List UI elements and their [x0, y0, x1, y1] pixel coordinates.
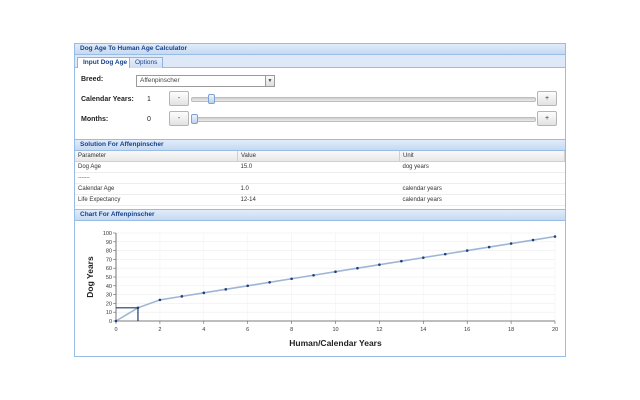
window-title: Dog Age To Human Age Calculator	[75, 44, 565, 55]
column-header-parameter[interactable]: Parameter	[75, 151, 238, 162]
y-tick-label: 70	[106, 257, 112, 263]
tab-options[interactable]: Options	[129, 57, 164, 68]
x-tick-label: 4	[202, 327, 205, 333]
x-axis-label: Human/Calendar Years	[289, 338, 382, 348]
data-point	[400, 259, 403, 263]
calendar-years-increment-button[interactable]: +	[537, 91, 557, 106]
x-tick-label: 2	[158, 327, 161, 333]
input-form: Breed: Affenpinscher ▼ Calendar Years: 1…	[75, 68, 565, 138]
x-tick-label: 18	[508, 327, 514, 333]
y-tick-label: 0	[109, 319, 112, 325]
dog-age-chart: 0 10 20 30 40 50 60 70 80 90 100 0 2 4 6 8 10 12 14 16 18 20 H…	[85, 231, 558, 348]
tab-strip: Input Dog Age Options	[75, 55, 565, 69]
cell-parameter: Life Expectancy	[75, 194, 238, 206]
cell-unit	[399, 172, 565, 184]
cell-parameter: Dog Age	[75, 161, 238, 173]
data-point	[268, 280, 271, 284]
calendar-years-label: Calendar Years:	[81, 96, 134, 103]
data-point	[136, 306, 140, 310]
calendar-years-value: 1	[147, 96, 151, 103]
data-point	[158, 298, 162, 302]
data-point	[312, 273, 315, 277]
cell-unit: calendar years	[399, 183, 565, 195]
chart-panel: Chart For Affenpinscher 0 10 20 30 40 50 60 70 8…	[75, 209, 565, 356]
x-tick-label: 6	[246, 327, 249, 333]
cell-value: 12-14	[237, 194, 400, 206]
table-row: -------	[75, 172, 565, 184]
breed-select[interactable]: Affenpinscher ▼	[136, 75, 275, 87]
x-tick-label: 8	[290, 327, 293, 333]
cell-value	[237, 172, 400, 184]
cell-parameter: -------	[75, 172, 238, 184]
y-tick-label: 90	[106, 240, 112, 246]
calendar-years-slider-track[interactable]	[191, 97, 536, 102]
cell-unit: calendar years	[399, 194, 565, 206]
column-header-value[interactable]: Value	[237, 151, 400, 162]
data-point	[356, 266, 359, 270]
data-point	[553, 235, 557, 238]
calendar-years-decrement-button[interactable]: -	[169, 91, 189, 106]
data-point	[378, 263, 381, 266]
months-value: 0	[147, 116, 151, 123]
data-point	[180, 295, 184, 298]
months-slider-thumb[interactable]	[191, 114, 198, 124]
data-point	[422, 256, 425, 259]
data-point	[531, 238, 535, 242]
solution-header-row: Parameter Value Unit	[75, 151, 565, 162]
months-label: Months:	[81, 116, 109, 123]
x-tick-label: 16	[464, 327, 470, 333]
breed-label: Breed:	[81, 76, 104, 83]
cell-parameter: Calendar Age	[75, 183, 238, 195]
y-tick-label: 80	[106, 249, 112, 255]
data-point	[224, 288, 228, 291]
chevron-down-icon[interactable]: ▼	[265, 76, 274, 86]
y-tick-label: 60	[106, 266, 112, 272]
cell-value: 1.0	[237, 183, 400, 195]
x-tick-label: 12	[376, 327, 382, 333]
months-increment-button[interactable]: +	[537, 111, 557, 126]
solution-table: Parameter Value Unit Dog Age 15.0 dog ye…	[75, 151, 565, 206]
data-point	[114, 319, 118, 323]
y-tick-label: 40	[106, 284, 112, 290]
data-point	[509, 242, 513, 245]
x-tick-label: 10	[332, 327, 338, 333]
y-axis-label: Dog Years	[85, 256, 95, 298]
solution-panel: Solution For Affenpinscher Parameter Val…	[75, 139, 565, 206]
cell-unit: dog years	[399, 161, 565, 173]
data-point	[334, 270, 337, 274]
calendar-years-slider-thumb[interactable]	[207, 94, 215, 104]
table-row: Life Expectancy 12-14 calendar years	[75, 194, 565, 206]
calculator-window: Dog Age To Human Age Calculator Input Do…	[74, 43, 566, 357]
x-tick-label: 14	[420, 327, 426, 333]
y-tick-label: 100	[103, 231, 112, 237]
column-header-unit[interactable]: Unit	[399, 151, 565, 162]
table-row: Dog Age 15.0 dog years	[75, 161, 565, 173]
breed-select-value: Affenpinscher	[140, 77, 180, 84]
data-point	[290, 277, 293, 281]
data-point	[202, 291, 206, 295]
data-point	[487, 245, 491, 249]
y-tick-label: 20	[106, 301, 112, 307]
table-row: Calendar Age 1.0 calendar years	[75, 183, 565, 195]
cell-value: 15.0	[237, 161, 400, 173]
x-tick-label: 0	[114, 327, 117, 333]
y-tick-label: 10	[106, 310, 112, 316]
y-tick-label: 50	[106, 275, 112, 281]
data-point	[465, 249, 469, 252]
solution-title: Solution For Affenpinscher	[75, 139, 565, 151]
months-slider-track[interactable]	[191, 117, 536, 122]
data-point	[246, 284, 249, 288]
chart-title: Chart For Affenpinscher	[75, 209, 565, 221]
x-tick-label: 20	[552, 327, 558, 333]
y-tick-label: 30	[106, 293, 112, 299]
months-decrement-button[interactable]: -	[169, 111, 189, 126]
data-point	[443, 252, 447, 256]
